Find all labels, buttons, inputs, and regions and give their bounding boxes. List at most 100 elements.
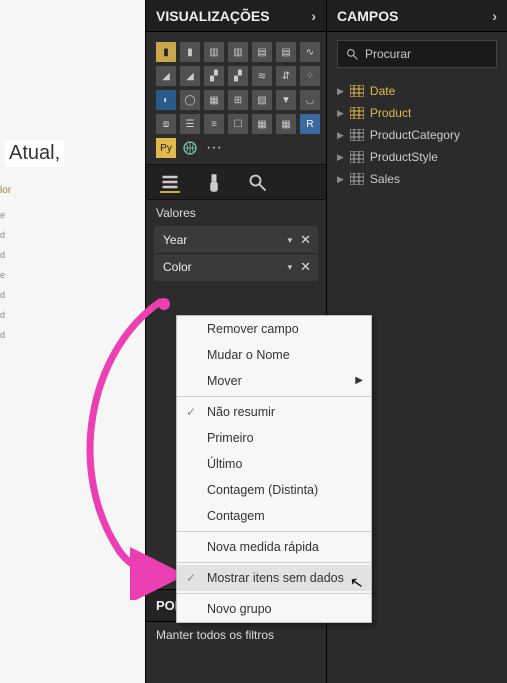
viz-funnel-icon[interactable]: ▼ <box>276 90 296 110</box>
viz-matrix-icon[interactable]: ▦ <box>276 114 296 134</box>
menu-separator <box>177 593 371 594</box>
viz-map-icon[interactable]: ⊞ <box>228 90 248 110</box>
search-icon <box>346 48 359 61</box>
table-name: Date <box>370 84 395 98</box>
viz-pie-icon[interactable]: ◐ <box>156 90 176 110</box>
values-section-label: Valores <box>146 200 326 224</box>
menu-show-items-no-data[interactable]: ✓ Mostrar itens sem dados <box>177 565 371 591</box>
chip-dropdown-icon[interactable]: ▾ <box>288 262 293 273</box>
fields-search-input[interactable]: Procurar <box>337 40 497 68</box>
visualizations-title: VISUALIZAÇÕES <box>156 8 270 24</box>
viz-treemap-icon[interactable]: ▦ <box>204 90 224 110</box>
submenu-arrow-icon: ▶ <box>355 375 363 386</box>
check-icon: ✓ <box>186 405 196 419</box>
table-icon <box>350 151 364 163</box>
visualizations-header[interactable]: VISUALIZAÇÕES › <box>146 0 326 32</box>
fields-tab-icon[interactable] <box>160 173 180 193</box>
viz-more-icon[interactable]: ··· <box>204 138 224 158</box>
viz-ribbon-icon[interactable]: ≋ <box>252 66 272 86</box>
field-chip-year[interactable]: Year ▾ ✕ <box>155 227 317 254</box>
search-placeholder: Procurar <box>365 47 411 61</box>
menu-remove-field[interactable]: Remover campo <box>177 316 371 342</box>
analytics-tab-icon[interactable] <box>248 173 268 193</box>
visual-title: Atual, <box>5 140 64 167</box>
menu-count[interactable]: Contagem <box>177 503 371 529</box>
chip-dropdown-icon[interactable]: ▾ <box>288 235 293 246</box>
menu-separator <box>177 396 371 397</box>
field-chip-label: Year <box>163 233 187 247</box>
expand-icon: ▶ <box>337 108 344 119</box>
visual-rows: e d d e d d d <box>0 205 5 345</box>
expand-icon: ▶ <box>337 152 344 163</box>
table-name: ProductStyle <box>370 150 438 164</box>
keep-all-filters-label: Manter todos os filtros <box>146 622 326 648</box>
viz-kpi-icon[interactable]: ≡ <box>204 114 224 134</box>
table-name: ProductCategory <box>370 128 460 142</box>
table-item-product[interactable]: ▶ Product <box>327 102 507 124</box>
viz-stacked-area-icon[interactable]: ◢ <box>180 66 200 86</box>
expand-icon: ▶ <box>337 86 344 97</box>
menu-rename[interactable]: Mudar o Nome <box>177 342 371 368</box>
viz-waterfall-icon[interactable]: ⇵ <box>276 66 296 86</box>
viz-100-stacked-column-icon[interactable]: ▤ <box>276 42 296 62</box>
menu-new-group[interactable]: Novo grupo <box>177 596 371 622</box>
fields-header[interactable]: CAMPOS › <box>327 0 507 32</box>
remove-field-icon[interactable]: ✕ <box>300 232 311 248</box>
table-name: Sales <box>370 172 400 186</box>
check-icon: ✓ <box>186 571 196 585</box>
table-item-date[interactable]: ▶ Date <box>327 80 507 102</box>
expand-icon: ▶ <box>337 174 344 185</box>
table-name: Product <box>370 106 411 120</box>
menu-dont-summarize[interactable]: ✓ Não resumir <box>177 399 371 425</box>
menu-separator <box>177 531 371 532</box>
viz-python-icon[interactable]: Py <box>156 138 176 158</box>
viz-clustered-bar-icon[interactable]: ▥ <box>204 42 224 62</box>
fields-title: CAMPOS <box>337 8 398 24</box>
table-item-productcategory[interactable]: ▶ ProductCategory <box>327 124 507 146</box>
menu-move[interactable]: Mover ▶ <box>177 368 371 394</box>
visual-subtitle: lor <box>0 185 11 196</box>
field-format-tabs <box>146 164 326 200</box>
expand-icon: ▶ <box>337 130 344 141</box>
viz-area-icon[interactable]: ◢ <box>156 66 176 86</box>
table-icon <box>350 107 364 119</box>
table-icon <box>350 85 364 97</box>
chevron-right-icon: › <box>311 8 316 24</box>
viz-scatter-icon[interactable]: ⁘ <box>300 66 320 86</box>
fields-table-list: ▶ Date ▶ Product ▶ ProductCategory ▶ Pro… <box>327 76 507 194</box>
menu-separator <box>177 562 371 563</box>
viz-gauge-icon[interactable]: ◡ <box>300 90 320 110</box>
visualization-type-grid: ▮ ▮ ▥ ▥ ▤ ▤ ∿ ◢ ◢ ▞ ▞ ≋ ⇵ ⁘ ◐ ◯ ▦ ⊞ ▧ ▼ … <box>146 32 326 164</box>
viz-arcgis-icon[interactable] <box>180 138 200 158</box>
viz-100-stacked-bar-icon[interactable]: ▤ <box>252 42 272 62</box>
viz-slicer-icon[interactable]: ☐ <box>228 114 248 134</box>
viz-multi-row-card-icon[interactable]: ☰ <box>180 114 200 134</box>
viz-donut-icon[interactable]: ◯ <box>180 90 200 110</box>
menu-first[interactable]: Primeiro <box>177 425 371 451</box>
menu-dont-summarize-label: Não resumir <box>207 405 275 419</box>
viz-stacked-column-icon[interactable]: ▮ <box>180 42 200 62</box>
viz-card-icon[interactable]: ⧈ <box>156 114 176 134</box>
menu-new-quick-measure[interactable]: Nova medida rápida <box>177 534 371 560</box>
menu-count-distinct[interactable]: Contagem (Distinta) <box>177 477 371 503</box>
format-tab-icon[interactable] <box>204 173 224 193</box>
table-icon <box>350 173 364 185</box>
menu-move-label: Mover <box>207 374 242 388</box>
viz-filled-map-icon[interactable]: ▧ <box>252 90 272 110</box>
viz-clustered-column-icon[interactable]: ▥ <box>228 42 248 62</box>
field-chip-color[interactable]: Color ▾ ✕ <box>155 254 317 280</box>
viz-line-stacked-column-icon[interactable]: ▞ <box>204 66 224 86</box>
report-canvas: Atual, lor e d d e d d d <box>0 0 145 683</box>
table-icon <box>350 129 364 141</box>
viz-line-icon[interactable]: ∿ <box>300 42 320 62</box>
menu-last[interactable]: Último <box>177 451 371 477</box>
remove-field-icon[interactable]: ✕ <box>300 259 311 275</box>
table-item-sales[interactable]: ▶ Sales <box>327 168 507 190</box>
viz-r-script-icon[interactable]: R <box>300 114 320 134</box>
viz-line-clustered-column-icon[interactable]: ▞ <box>228 66 248 86</box>
table-item-productstyle[interactable]: ▶ ProductStyle <box>327 146 507 168</box>
chevron-right-icon: › <box>492 8 497 24</box>
values-field-well[interactable]: Year ▾ ✕ Color ▾ ✕ <box>154 226 318 281</box>
viz-table-icon[interactable]: ▦ <box>252 114 272 134</box>
viz-stacked-bar-icon[interactable]: ▮ <box>156 42 176 62</box>
